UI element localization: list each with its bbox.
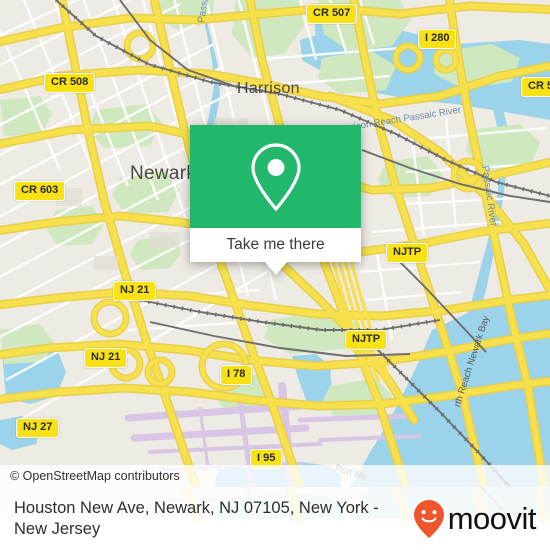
- highway-shield: I 78: [220, 365, 253, 385]
- highway-shield: I 280: [418, 29, 457, 49]
- popup-card-header: [190, 125, 361, 228]
- popup-pointer: [264, 262, 287, 275]
- osm-attribution-text: © OpenStreetMap contributors: [10, 469, 180, 483]
- map-attribution-bar: © OpenStreetMap contributors: [0, 465, 550, 487]
- map-canvas[interactable]: Newark Harrison Passaic River Passaic Ri…: [0, 0, 550, 487]
- moovit-wordmark: moovit: [447, 501, 537, 536]
- moovit-smiley-pin-icon: [413, 499, 444, 538]
- map-screenshot: Newark Harrison Passaic River Passaic Ri…: [0, 0, 550, 550]
- highway-shield: CR 603: [14, 181, 66, 201]
- highway-shield: NJ 27: [16, 418, 60, 438]
- map-pin-icon: [250, 142, 301, 211]
- highway-shield: NJ 21: [113, 281, 157, 301]
- highway-shield: NJ 21: [84, 348, 128, 368]
- take-me-there-label: Take me there: [226, 236, 325, 253]
- highway-shield: CR 508: [44, 73, 96, 93]
- highway-shield: NJTP: [386, 243, 429, 263]
- popup-card-footer[interactable]: Take me there: [190, 228, 361, 262]
- highway-shield: CR 5: [521, 77, 550, 97]
- highway-shield: NJTP: [345, 330, 388, 350]
- location-popup-card[interactable]: Take me there: [190, 125, 361, 275]
- address-label: Houston New Ave, Newark, NJ 07105, New Y…: [14, 498, 379, 538]
- footer-bar: Houston New Ave, Newark, NJ 07105, New Y…: [0, 487, 550, 550]
- moovit-logo[interactable]: moovit: [412, 499, 537, 539]
- highway-shield: CR 507: [306, 4, 358, 24]
